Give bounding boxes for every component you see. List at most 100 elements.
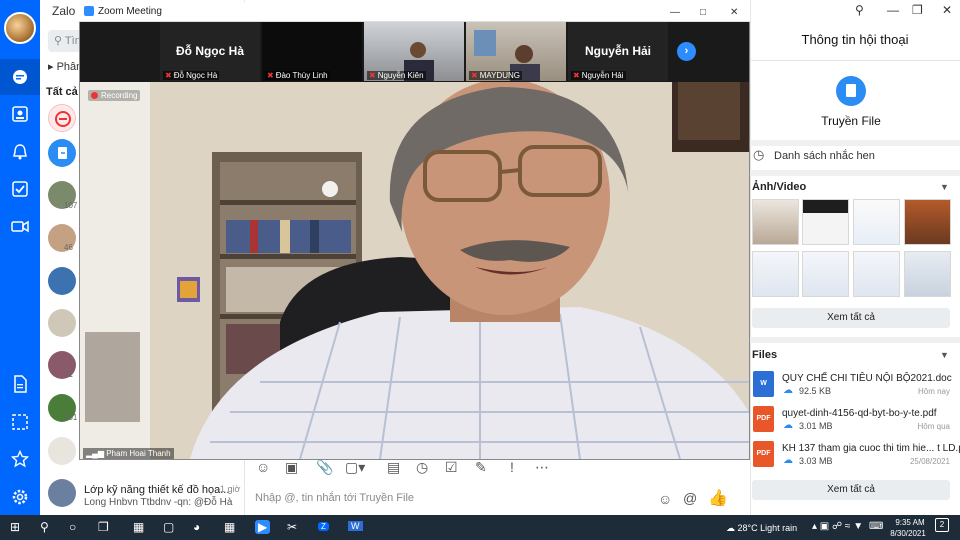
participant-label: ✖ MAYDUNG — [469, 71, 522, 80]
media-thumbnail[interactable] — [752, 199, 799, 245]
attach-icon[interactable]: 📎 — [316, 459, 333, 476]
zoom-taskbar-icon[interactable]: ▶ — [255, 520, 271, 534]
media-thumbnail[interactable] — [904, 251, 951, 297]
conversation-time: 1 giờ — [220, 484, 241, 494]
search-icon: ⚲ — [54, 35, 63, 47]
media-thumbnail[interactable] — [802, 199, 849, 245]
maximize-icon[interactable]: □ — [700, 7, 706, 18]
cortana-icon[interactable]: ○ — [69, 520, 76, 534]
media-thumbnail[interactable] — [752, 251, 799, 297]
restore-icon[interactable]: ❐ — [912, 3, 923, 17]
minimize-icon[interactable]: — — [670, 7, 680, 18]
contacts-icon[interactable] — [8, 102, 32, 126]
tray-icons[interactable]: ▴ ▣ ☍ ≈ ▼ — [812, 521, 863, 532]
recording-indicator: Recording — [88, 90, 141, 101]
image-icon[interactable]: ▣ — [285, 459, 298, 476]
group-avatar[interactable] — [48, 479, 76, 507]
video-call-icon[interactable] — [8, 214, 32, 238]
participant-tile[interactable]: ✖ Nguyễn Kiên — [364, 22, 464, 81]
media-thumbnail[interactable] — [853, 251, 900, 297]
divider — [750, 337, 960, 343]
see-all-files-button[interactable]: Xem tất cả — [752, 480, 950, 500]
document-icon[interactable] — [8, 372, 32, 396]
media-thumbnail[interactable] — [853, 199, 900, 245]
sticker-icon[interactable]: ☺ — [256, 459, 270, 475]
zoom-window-title: Zoom Meeting — [98, 6, 162, 17]
lock-icon[interactable]: ⚲ — [855, 3, 864, 17]
download-icon[interactable]: ☁ — [783, 455, 793, 466]
input-language-icon[interactable]: ⌨ — [869, 521, 883, 532]
edge-browser-icon[interactable]: ◕ — [193, 520, 200, 534]
speaker-video-frame — [80, 82, 749, 459]
conversation-avatar[interactable] — [48, 437, 76, 465]
store-icon[interactable]: ▢ — [163, 520, 174, 534]
format-text-icon[interactable]: ✎ — [475, 459, 487, 476]
minimize-icon[interactable]: — — [887, 3, 899, 17]
messages-icon[interactable] — [0, 59, 40, 95]
file-name[interactable]: KH 137 tham gia cuoc thi tim hie... t LD… — [782, 443, 960, 454]
media-thumbnail[interactable] — [802, 251, 849, 297]
files-section-title[interactable]: Files — [752, 349, 777, 361]
more-icon[interactable]: ⋯ — [535, 459, 549, 476]
notification-center-icon[interactable]: 2 — [935, 518, 949, 532]
mention-icon[interactable]: @ — [683, 490, 697, 506]
app-grid-icon[interactable]: ▦ — [224, 520, 235, 534]
conversation-title[interactable]: Lớp kỹ năng thiết kế đồ họa... — [84, 484, 229, 496]
participant-tile[interactable]: ✖ MAYDUNG — [466, 22, 566, 81]
chevron-down-icon[interactable]: ▼ — [940, 182, 949, 192]
task-check-icon[interactable]: ☑ — [445, 459, 458, 476]
media-section-title[interactable]: Ảnh/Video — [752, 181, 806, 193]
screenshot-icon[interactable] — [8, 410, 32, 434]
participant-label: ✖ Nguyễn Kiên — [367, 71, 426, 80]
close-icon[interactable]: ✕ — [730, 7, 738, 18]
user-avatar[interactable] — [4, 12, 36, 44]
bell-icon[interactable] — [8, 140, 32, 164]
reminder-list-link[interactable]: Danh sách nhắc hen — [774, 150, 875, 162]
snipping-tool-icon[interactable]: ✂ — [287, 520, 297, 534]
file-date: 25/08/2021 — [909, 457, 950, 466]
clock-icon: ◷ — [753, 147, 765, 162]
see-all-media-button[interactable]: Xem tất cả — [752, 308, 950, 328]
file-name[interactable]: quyet-dinh-4156-qd-byt-bo-y-te.pdf — [782, 408, 937, 419]
conversation-avatar-truyen-file[interactable] — [48, 139, 76, 167]
download-icon[interactable]: ☁ — [783, 420, 793, 431]
message-input[interactable]: Nhập @, tin nhắn tới Truyền File — [255, 492, 414, 504]
divider — [750, 170, 960, 176]
file-explorer-icon[interactable]: ▦ — [133, 520, 144, 534]
participant-label: ✖ Đỗ Ngọc Hà — [163, 71, 220, 80]
todo-icon[interactable] — [8, 177, 32, 201]
like-icon[interactable]: 👍 — [708, 488, 728, 508]
star-icon[interactable] — [8, 447, 32, 471]
weather-widget[interactable]: ☁ 28°C Light rain — [726, 523, 797, 534]
word-taskbar-icon[interactable]: W — [348, 521, 363, 531]
urgent-icon[interactable]: ! — [510, 459, 514, 475]
clock-date[interactable]: 8/30/2021 — [884, 529, 932, 538]
zalo-taskbar-icon[interactable]: Z — [318, 522, 329, 531]
download-icon[interactable]: ☁ — [783, 385, 793, 396]
search-icon[interactable]: ⚲ — [40, 520, 49, 534]
contact-card-icon[interactable]: ▤ — [387, 459, 400, 476]
participant-tile[interactable]: ✖ Đào Thùy Linh — [262, 22, 362, 81]
reminder-clock-icon[interactable]: ◷ — [416, 459, 428, 476]
category-filter[interactable]: ▸ Phân — [48, 60, 82, 73]
participant-tile[interactable]: Đỗ Ngọc Hà ✖ Đỗ Ngọc Hà — [160, 22, 260, 81]
capture-icon[interactable]: ▢▾ — [345, 459, 365, 476]
participant-tile[interactable]: Nguyễn Hải ✖ Nguyễn Hải — [568, 22, 668, 81]
media-thumbnail[interactable] — [904, 199, 951, 245]
settings-gear-icon[interactable] — [8, 485, 32, 509]
file-transfer-icon — [836, 76, 866, 106]
conversation-avatar[interactable] — [48, 267, 76, 295]
task-view-icon[interactable]: ❐ — [98, 520, 109, 534]
conversation-avatar[interactable] — [48, 309, 76, 337]
cloud-icon: ☁ — [726, 523, 735, 533]
windows-start-icon[interactable]: ⊞ — [10, 520, 20, 534]
close-icon[interactable]: ✕ — [942, 3, 952, 17]
clock-time[interactable]: 9:35 AM — [892, 518, 928, 527]
emoji-icon[interactable]: ☺ — [658, 491, 672, 507]
file-name[interactable]: QUY CHẾ CHI TIÊU NỘI BỘ2021.doc — [782, 373, 952, 384]
conversation-avatar[interactable] — [48, 104, 76, 132]
chevron-down-icon[interactable]: ▼ — [940, 350, 949, 360]
file-size: 92.5 KB — [799, 386, 832, 396]
mic-muted-icon: ✖ — [369, 71, 376, 80]
next-page-arrow-icon[interactable]: › — [677, 42, 696, 61]
